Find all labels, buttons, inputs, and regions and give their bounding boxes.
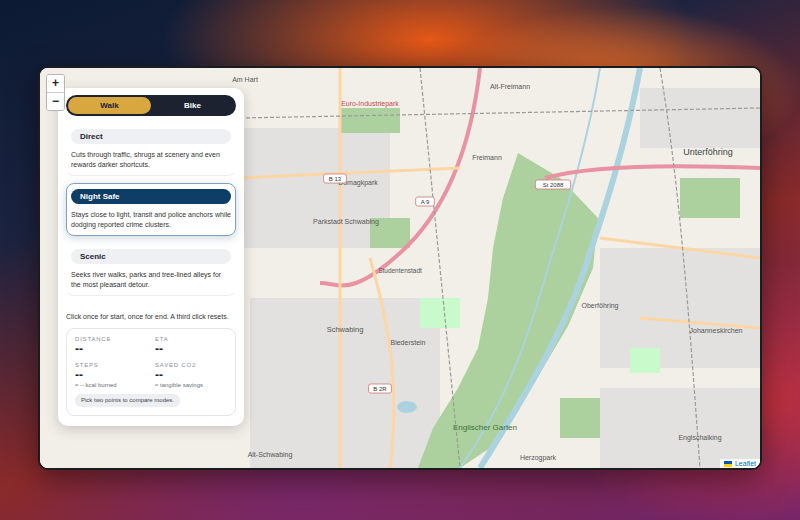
stats-grid: DISTANCE--ETA--STEPS--≈ -- kcal burnedSA… (75, 336, 227, 388)
stat: DISTANCE-- (75, 336, 147, 356)
stats-card: DISTANCE--ETA--STEPS--≈ -- kcal burnedSA… (66, 328, 236, 416)
stat-note: ≈ tangible savings (155, 382, 227, 388)
stat-label: STEPS (75, 362, 147, 368)
route-title: Scenic (71, 249, 231, 264)
attribution-link[interactable]: Leaflet (735, 460, 756, 467)
stat: SAVED CO2--≈ tangible savings (155, 362, 227, 388)
road-shield: St 2088 (535, 180, 570, 189)
zoom-in-button[interactable]: + (47, 75, 64, 92)
map-label: Englischer Garten (453, 423, 517, 432)
route-card[interactable]: Night Safe Stays close to light, transit … (66, 183, 236, 236)
mode-button[interactable]: Walk (68, 97, 151, 114)
zoom-out-button[interactable]: − (47, 92, 64, 110)
svg-text:A 9: A 9 (421, 199, 430, 205)
mode-button[interactable]: Bike (151, 97, 234, 114)
stat-value: -- (75, 368, 147, 382)
attribution[interactable]: Leaflet (720, 459, 760, 468)
map-label: Englschalking (678, 434, 721, 442)
map-label: Freimann (472, 154, 502, 161)
stat-value: -- (155, 368, 227, 382)
route-list: Direct Cuts through traffic, shrugs at sc… (66, 123, 236, 296)
map-label: Alt-Schwabing (248, 451, 293, 459)
map-label: Oberföhring (582, 302, 619, 310)
map-label: Am Hart (232, 76, 258, 83)
stat: ETA-- (155, 336, 227, 356)
road-shield: B 2R (369, 384, 392, 393)
zoom-control: +− (46, 74, 65, 111)
svg-text:B 13: B 13 (329, 176, 342, 182)
map-label: Schwabing (327, 325, 364, 334)
road-shield: A 9 (416, 197, 435, 206)
route-panel: WalkBike Direct Cuts through traffic, shru… (58, 88, 244, 426)
hint-chip: Pick two points to compare modes. (75, 394, 180, 407)
map-label: Herzogpark (520, 454, 557, 462)
route-card[interactable]: Scenic Seeks river walks, parks and tree-… (66, 243, 236, 296)
map-label: Euro-Industriepark (341, 100, 399, 108)
desktop: Am Hart Euro-Industriepark Alt-Freimann Unt… (0, 0, 800, 520)
route-description: Seeks river walks, parks and tree-lined … (71, 270, 231, 290)
route-card[interactable]: Direct Cuts through traffic, shrugs at sc… (66, 123, 236, 176)
route-description: Cuts through traffic, shrugs at scenery … (71, 150, 231, 170)
map-label: Studentenstadt (378, 267, 422, 274)
map-label: Johanneskirchen (690, 327, 743, 334)
instruction: Click once for start, once for end. A th… (66, 312, 236, 322)
svg-text:St 2088: St 2088 (543, 182, 564, 188)
stat-label: DISTANCE (75, 336, 147, 342)
stat-label: ETA (155, 336, 227, 342)
stat: STEPS--≈ -- kcal burned (75, 362, 147, 388)
map-label: Alt-Freimann (490, 83, 530, 90)
app-window: Am Hart Euro-Industriepark Alt-Freimann Unt… (38, 66, 762, 470)
route-description: Stays close to light, transit and police… (71, 210, 231, 230)
ukraine-flag-icon (724, 461, 732, 467)
stat-value: -- (75, 342, 147, 356)
stat-label: SAVED CO2 (155, 362, 227, 368)
map-label: Biederstein (390, 339, 425, 346)
route-title: Night Safe (71, 189, 231, 204)
mode-toggle: WalkBike (66, 95, 236, 116)
route-title: Direct (71, 129, 231, 144)
stat-note: ≈ -- kcal burned (75, 382, 147, 388)
svg-text:B 2R: B 2R (373, 386, 387, 392)
stat-value: -- (155, 342, 227, 356)
map-label: Unterföhring (683, 147, 733, 157)
map-label: Parkstadt Schwabing (313, 218, 379, 226)
road-shield: B 13 (324, 174, 347, 183)
